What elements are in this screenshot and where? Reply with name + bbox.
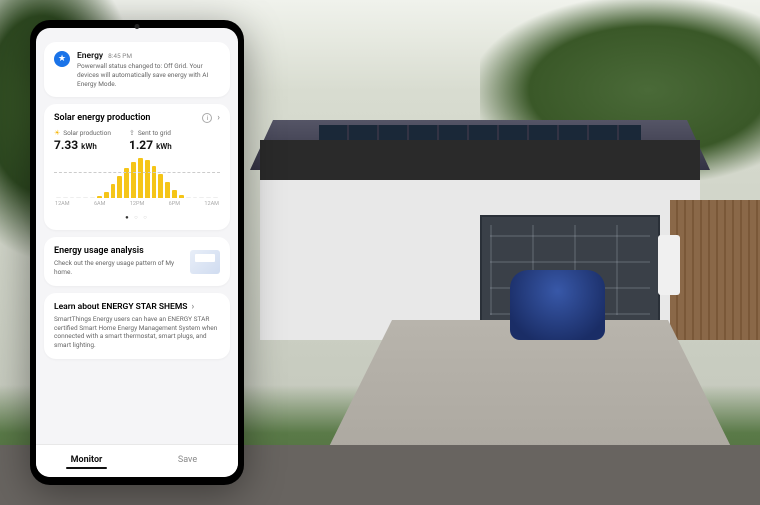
chart-bar — [90, 197, 95, 198]
powerwall-unit — [658, 235, 680, 295]
chart-page-dots[interactable]: ● ○ ○ — [54, 214, 220, 221]
production-unit: kWh — [81, 142, 97, 151]
sent-to-grid-metric: ⇪Sent to grid 1.27 kWh — [129, 129, 172, 152]
sun-icon: ☀ — [54, 129, 60, 137]
notification-body: Powerwall status changed to: Off Grid. Y… — [77, 62, 220, 88]
analysis-title: Energy usage analysis — [54, 246, 184, 256]
chart-bars — [54, 158, 220, 198]
learn-body: SmartThings Energy users can have an ENE… — [54, 315, 220, 350]
chart-bar — [111, 184, 116, 198]
chart-bar — [138, 158, 143, 198]
ev-car — [510, 270, 605, 340]
grid-icon: ⇪ — [129, 129, 135, 137]
chart-bar — [152, 166, 157, 198]
chart-bar — [193, 197, 198, 198]
grid-value: 1.27 — [129, 138, 153, 152]
energy-analysis-card[interactable]: Energy usage analysis Check out the ener… — [44, 237, 230, 286]
chart-bar — [70, 197, 75, 198]
solar-card-title: Solar energy production — [54, 113, 197, 123]
chart-gridline — [54, 172, 220, 173]
notification-time: 8:45 PM — [108, 52, 132, 60]
xaxis-tick: 12AM — [55, 201, 70, 207]
chart-bar — [213, 197, 218, 198]
chart-bar — [165, 182, 170, 198]
chart-bar — [63, 197, 68, 198]
chart-bar — [131, 162, 136, 198]
chart-bar — [56, 197, 61, 198]
chart-bar — [83, 197, 88, 198]
phone-screen: ★ Energy 8:45 PM Powerwall status change… — [36, 28, 238, 477]
xaxis-tick: 12AM — [204, 201, 219, 207]
chart-xaxis: 12AM 6AM 12PM 6PM 12AM — [54, 201, 220, 207]
bottom-tab-bar: Monitor Save — [36, 444, 238, 477]
xaxis-tick: 12PM — [130, 201, 144, 207]
chart-bar — [76, 197, 81, 198]
notification-title: Energy — [77, 51, 103, 61]
grid-unit: kWh — [156, 142, 172, 151]
phone-camera-hole — [135, 24, 140, 29]
analysis-illustration-icon — [190, 250, 220, 274]
chart-bar — [186, 197, 191, 198]
chart-bar — [145, 160, 150, 198]
info-icon[interactable]: i — [202, 113, 212, 123]
chart-bar — [158, 174, 163, 198]
chart-bar — [104, 192, 109, 198]
learn-shems-card[interactable]: Learn about ENERGY STAR SHEMS › SmartThi… — [44, 293, 230, 359]
energy-notification-card[interactable]: ★ Energy 8:45 PM Powerwall status change… — [44, 42, 230, 97]
xaxis-tick: 6AM — [94, 201, 105, 207]
production-label: Solar production — [63, 129, 111, 137]
chart-bar — [172, 190, 177, 198]
phone-frame: ★ Energy 8:45 PM Powerwall status change… — [30, 20, 244, 485]
solar-production-metric: ☀Solar production 7.33 kWh — [54, 129, 111, 152]
solar-production-card[interactable]: Solar energy production i › ☀Solar produ… — [44, 104, 230, 230]
star-badge-icon: ★ — [54, 51, 70, 67]
analysis-body: Check out the energy usage pattern of My… — [54, 259, 184, 277]
chart-bar — [117, 176, 122, 198]
chevron-right-icon[interactable]: › — [217, 113, 220, 123]
production-value: 7.33 — [54, 138, 78, 152]
chart-bar — [179, 195, 184, 198]
solar-chart[interactable]: 12AM 6AM 12PM 6PM 12AM — [54, 158, 220, 210]
fence — [670, 200, 760, 340]
chart-bar — [199, 197, 204, 198]
grid-label: Sent to grid — [138, 129, 171, 137]
tab-save[interactable]: Save — [137, 445, 238, 477]
chart-bar — [206, 197, 211, 198]
tab-monitor[interactable]: Monitor — [36, 445, 137, 477]
chevron-right-icon: › — [191, 302, 194, 312]
chart-bar — [97, 196, 102, 198]
learn-title: Learn about ENERGY STAR SHEMS — [54, 302, 187, 312]
xaxis-tick: 6PM — [169, 201, 180, 207]
